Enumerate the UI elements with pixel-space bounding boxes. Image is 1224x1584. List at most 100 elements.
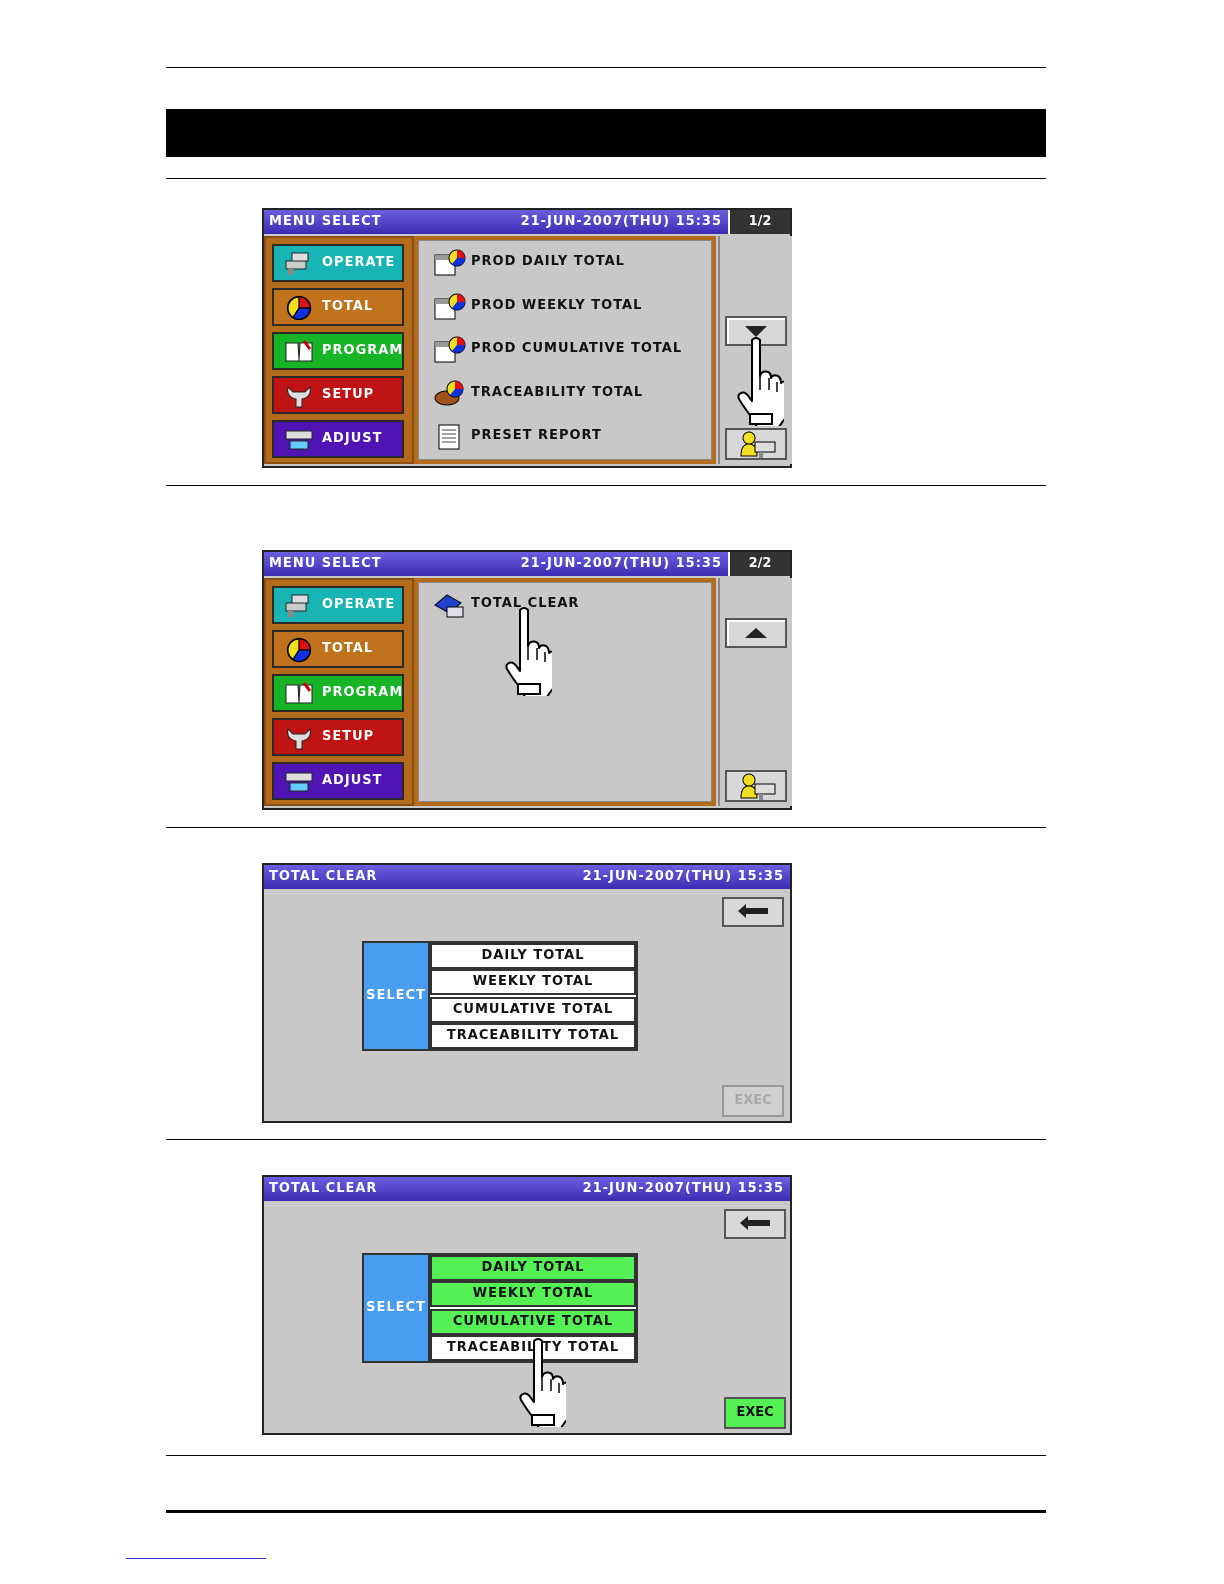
exec-button[interactable]: EXEC xyxy=(724,1397,786,1429)
pie-chart-icon xyxy=(286,637,312,663)
document-icon xyxy=(438,424,460,450)
menu-item-label: PRESET REPORT xyxy=(471,428,602,443)
operate-label: OPERATE xyxy=(322,597,396,612)
program-button[interactable]: PROGRAM xyxy=(272,332,404,370)
operate-button[interactable]: OPERATE xyxy=(272,244,404,282)
wrench-icon xyxy=(287,727,311,750)
page-indicator: 2/2 xyxy=(728,552,790,576)
screen-menu-select-page1: MENU SELECT 21-JUN-2007(THU) 15:35 1/2 O… xyxy=(262,208,792,468)
title-bar: TOTAL CLEAR 21-JUN-2007(THU) 15:35 xyxy=(264,1177,790,1201)
return-arrow-icon xyxy=(738,904,768,918)
select-panel: SELECT DAILY TOTAL WEEKLY TOTAL CUMULATI… xyxy=(362,1253,638,1363)
rule xyxy=(166,827,1046,828)
left-menu: OPERATE TOTAL PROGRAM SETUP ADJUST xyxy=(264,236,414,464)
screen-title: TOTAL CLEAR xyxy=(269,1181,378,1196)
rule xyxy=(166,1139,1046,1140)
pointing-hand-icon xyxy=(505,607,552,696)
back-button[interactable] xyxy=(724,1209,786,1239)
page-indicator: 1/2 xyxy=(728,210,790,234)
rule xyxy=(166,485,1046,486)
program-label: PROGRAM xyxy=(322,685,404,700)
operate-label: OPERATE xyxy=(322,255,396,270)
scale-icon xyxy=(285,594,309,617)
title-bar: MENU SELECT 21-JUN-2007(THU) 15:35 xyxy=(264,210,728,234)
option-cumulative-total[interactable]: CUMULATIVE TOTAL xyxy=(430,1309,636,1335)
left-menu: OPERATE TOTAL PROGRAM SETUP ADJUST xyxy=(264,578,414,806)
screen-total-clear-selected: TOTAL CLEAR 21-JUN-2007(THU) 15:35 SELEC… xyxy=(262,1175,792,1435)
pointing-hand-icon xyxy=(519,1338,566,1427)
menu-items-area: PROD DAILY TOTAL PROD WEEKLY TOTAL PROD … xyxy=(418,240,712,460)
cow-chart-icon xyxy=(434,380,464,406)
operate-button[interactable]: OPERATE xyxy=(272,586,404,624)
calendar-chart-icon xyxy=(434,249,466,276)
datetime: 21-JUN-2007(THU) 15:35 xyxy=(520,556,722,571)
scale-icon xyxy=(285,252,309,275)
menu-items-pane: TOTAL CLEAR xyxy=(414,578,716,806)
eraser-icon xyxy=(434,594,464,618)
pie-chart-icon xyxy=(286,295,312,321)
rule xyxy=(166,178,1046,179)
program-label: PROGRAM xyxy=(322,343,404,358)
scroll-pane xyxy=(718,578,792,806)
screen-title: MENU SELECT xyxy=(269,556,382,571)
calendar-chart-icon xyxy=(434,293,466,320)
program-button[interactable]: PROGRAM xyxy=(272,674,404,712)
pointing-hand-icon xyxy=(737,337,784,426)
exec-button[interactable]: EXEC xyxy=(722,1085,784,1117)
rule xyxy=(166,1455,1046,1456)
scroll-up-button[interactable] xyxy=(725,618,787,648)
datetime: 21-JUN-2007(THU) 15:35 xyxy=(520,214,722,229)
option-daily-total[interactable]: DAILY TOTAL xyxy=(430,943,636,969)
footer-underline xyxy=(126,1558,266,1559)
adjust-label: ADJUST xyxy=(322,431,383,446)
calendar-chart-icon xyxy=(434,336,466,363)
help-button[interactable] xyxy=(725,770,787,802)
setup-button[interactable]: SETUP xyxy=(272,376,404,414)
menu-item-label: PROD DAILY TOTAL xyxy=(471,254,625,269)
total-button[interactable]: TOTAL xyxy=(272,630,404,668)
menu-items-area: TOTAL CLEAR xyxy=(418,582,712,802)
setup-label: SETUP xyxy=(322,387,375,402)
menu-item-label: PROD CUMULATIVE TOTAL xyxy=(471,341,683,356)
adjust-button[interactable]: ADJUST xyxy=(272,762,404,800)
datetime: 21-JUN-2007(THU) 15:35 xyxy=(582,869,784,884)
chevron-up-icon xyxy=(745,628,767,638)
section-header-bar xyxy=(166,109,1046,157)
menu-item-label: PROD WEEKLY TOTAL xyxy=(471,298,643,313)
adjust-icon xyxy=(285,772,313,792)
select-label: SELECT xyxy=(364,1255,430,1361)
setup-button[interactable]: SETUP xyxy=(272,718,404,756)
screen-title: TOTAL CLEAR xyxy=(269,869,378,884)
option-daily-total[interactable]: DAILY TOTAL xyxy=(430,1255,636,1281)
option-weekly-total[interactable]: WEEKLY TOTAL xyxy=(430,1281,636,1307)
operator-icon xyxy=(740,773,776,800)
total-label: TOTAL xyxy=(322,641,374,656)
option-cumulative-total[interactable]: CUMULATIVE TOTAL xyxy=(430,997,636,1023)
menu-items-pane: PROD DAILY TOTAL PROD WEEKLY TOTAL PROD … xyxy=(414,236,716,464)
back-button[interactable] xyxy=(722,897,784,927)
top-rule xyxy=(166,67,1046,68)
total-label: TOTAL xyxy=(322,299,374,314)
screen-menu-select-page2: MENU SELECT 21-JUN-2007(THU) 15:35 2/2 O… xyxy=(262,550,792,810)
wrench-icon xyxy=(287,385,311,408)
screen-total-clear: TOTAL CLEAR 21-JUN-2007(THU) 15:35 SELEC… xyxy=(262,863,792,1123)
datetime: 21-JUN-2007(THU) 15:35 xyxy=(582,1181,784,1196)
operator-icon xyxy=(740,431,776,458)
bottom-rule xyxy=(166,1510,1046,1513)
adjust-button[interactable]: ADJUST xyxy=(272,420,404,458)
adjust-icon xyxy=(285,430,313,450)
title-bar: MENU SELECT 21-JUN-2007(THU) 15:35 xyxy=(264,552,728,576)
option-weekly-total[interactable]: WEEKLY TOTAL xyxy=(430,969,636,995)
help-button[interactable] xyxy=(725,428,787,460)
book-icon xyxy=(285,340,313,362)
adjust-label: ADJUST xyxy=(322,773,383,788)
menu-item-label: TRACEABILITY TOTAL xyxy=(471,385,644,400)
option-traceability-total[interactable]: TRACEABILITY TOTAL xyxy=(430,1023,636,1049)
select-label: SELECT xyxy=(364,943,430,1049)
total-button[interactable]: TOTAL xyxy=(272,288,404,326)
setup-label: SETUP xyxy=(322,729,375,744)
screen-title: MENU SELECT xyxy=(269,214,382,229)
book-icon xyxy=(285,682,313,704)
select-panel: SELECT DAILY TOTAL WEEKLY TOTAL CUMULATI… xyxy=(362,941,638,1051)
title-bar: TOTAL CLEAR 21-JUN-2007(THU) 15:35 xyxy=(264,865,790,889)
